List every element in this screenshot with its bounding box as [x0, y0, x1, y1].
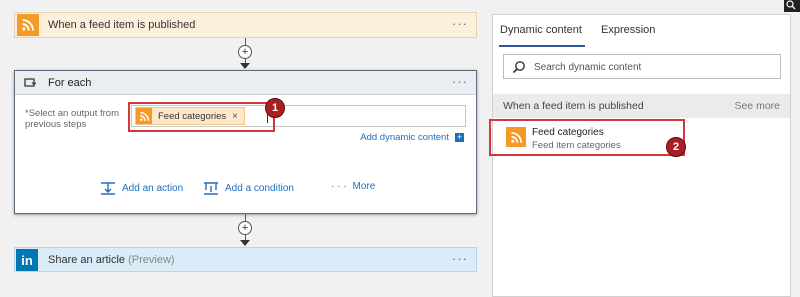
add-icon: +	[455, 132, 464, 142]
foreach-more-button[interactable]: ···	[452, 74, 468, 89]
rss-icon	[17, 14, 39, 36]
connector-arrow	[240, 63, 250, 69]
add-dynamic-content-link[interactable]: Add dynamic content +	[360, 132, 464, 143]
trigger-more-button[interactable]: ···	[452, 16, 468, 31]
share-article-card[interactable]: in Share an article (Preview) ···	[14, 247, 477, 272]
add-action-button[interactable]: Add an action	[100, 181, 183, 195]
insert-step-button[interactable]: +	[238, 221, 252, 235]
search-input[interactable]: Search dynamic content	[503, 54, 781, 79]
field-label: *Select an output from previous steps	[25, 108, 120, 130]
more-actions-button[interactable]: · · · More	[331, 181, 375, 192]
corner-search-icon[interactable]	[784, 0, 800, 12]
connector-arrow	[240, 240, 250, 246]
foreach-header[interactable]: For each ···	[15, 71, 476, 95]
foreach-card: For each ··· *Select an output from prev…	[14, 70, 477, 214]
callout-box-2	[489, 119, 685, 156]
add-action-icon	[101, 182, 115, 195]
tab-dynamic-content[interactable]: Dynamic content	[500, 24, 582, 36]
share-more-button[interactable]: ···	[452, 251, 468, 266]
trigger-card[interactable]: When a feed item is published ···	[14, 12, 477, 38]
add-condition-icon	[204, 182, 218, 195]
panel-tabs: Dynamic content Expression	[493, 15, 790, 47]
linkedin-icon: in	[16, 249, 38, 271]
search-placeholder: Search dynamic content	[534, 62, 642, 73]
section-title: When a feed item is published	[503, 100, 644, 112]
insert-step-button[interactable]: +	[238, 45, 252, 59]
section-header: When a feed item is published See more	[493, 94, 790, 118]
more-dots-icon: · · ·	[331, 181, 347, 192]
share-title: Share an article (Preview)	[48, 254, 175, 266]
tab-expression[interactable]: Expression	[601, 24, 655, 36]
see-more-link[interactable]: See more	[734, 100, 780, 112]
foreach-title: For each	[48, 77, 92, 89]
search-icon	[512, 61, 525, 74]
callout-box-1	[128, 102, 275, 132]
callout-badge-1: 1	[265, 98, 285, 118]
active-tab-indicator	[499, 45, 585, 47]
callout-badge-2: 2	[666, 137, 686, 157]
loop-icon	[24, 78, 36, 87]
trigger-title: When a feed item is published	[48, 19, 196, 31]
add-condition-button[interactable]: Add a condition	[203, 181, 294, 195]
